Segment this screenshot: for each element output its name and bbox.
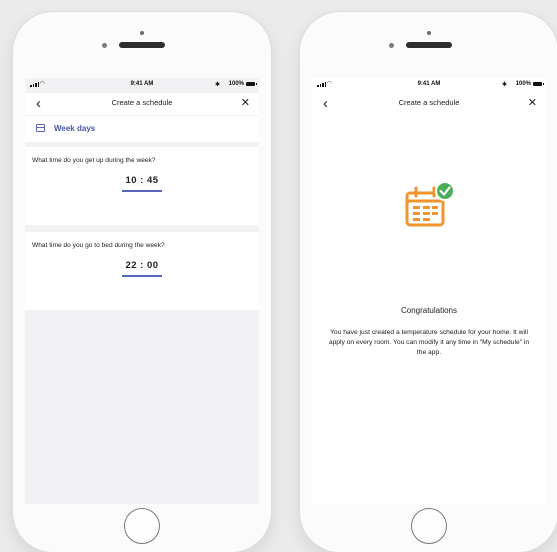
screen-left: ◠ 9:41 AM ✱ 100% ‹ Create a schedule ✕ W… — [25, 78, 259, 504]
bedtime-time-input[interactable]: 22 : 00 — [122, 260, 162, 277]
phone-frame-right: ◠ 9:41 AM ✱ 100% ‹ Create a schedule ✕ C… — [300, 12, 557, 552]
congrats-title: Congratulations — [400, 306, 458, 315]
front-camera — [140, 31, 144, 35]
battery-percent: 100% — [228, 81, 244, 87]
proximity-sensor — [102, 43, 107, 48]
home-button[interactable] — [411, 508, 447, 544]
screen-right: ◠ 9:41 AM ✱ 100% ‹ Create a schedule ✕ C… — [312, 78, 546, 504]
page-title: Create a schedule — [398, 98, 460, 107]
bedtime-card: What time do you go to bed during the we… — [25, 232, 259, 310]
status-bar: ◠ 9:41 AM ✱ 100% — [25, 78, 259, 93]
calendar-check-icon — [405, 181, 455, 227]
status-time: 9:41 AM — [417, 81, 441, 87]
congrats-message: You have just created a temperature sche… — [328, 329, 530, 356]
battery-icon — [533, 82, 544, 86]
bluetooth-icon: ✱ — [501, 82, 507, 88]
earpiece-speaker — [119, 42, 165, 48]
status-bar: ◠ 9:41 AM ✱ 100% — [312, 78, 546, 93]
page-title: Create a schedule — [111, 98, 173, 107]
battery-percent: 100% — [515, 81, 531, 87]
front-camera — [427, 31, 431, 35]
bedtime-question: What time do you go to bed during the we… — [32, 242, 165, 249]
bluetooth-icon: ✱ — [214, 82, 220, 88]
close-icon[interactable]: ✕ — [241, 96, 250, 109]
close-icon[interactable]: ✕ — [528, 96, 537, 109]
section-label: Week days — [54, 124, 96, 133]
home-button[interactable] — [124, 508, 160, 544]
wakeup-time-input[interactable]: 10 : 45 — [122, 175, 162, 192]
calendar-icon — [36, 124, 45, 132]
phone-frame-left: ◠ 9:41 AM ✱ 100% ‹ Create a schedule ✕ W… — [13, 12, 271, 552]
section-header: Week days — [25, 116, 259, 142]
battery-icon — [246, 82, 257, 86]
earpiece-speaker — [406, 42, 452, 48]
nav-bar: ‹ Create a schedule ✕ — [312, 93, 546, 115]
wakeup-question: What time do you get up during the week? — [32, 157, 156, 164]
wakeup-card: What time do you get up during the week?… — [25, 147, 259, 225]
proximity-sensor — [389, 43, 394, 48]
status-time: 9:41 AM — [130, 81, 154, 87]
nav-bar: ‹ Create a schedule ✕ — [25, 93, 259, 115]
